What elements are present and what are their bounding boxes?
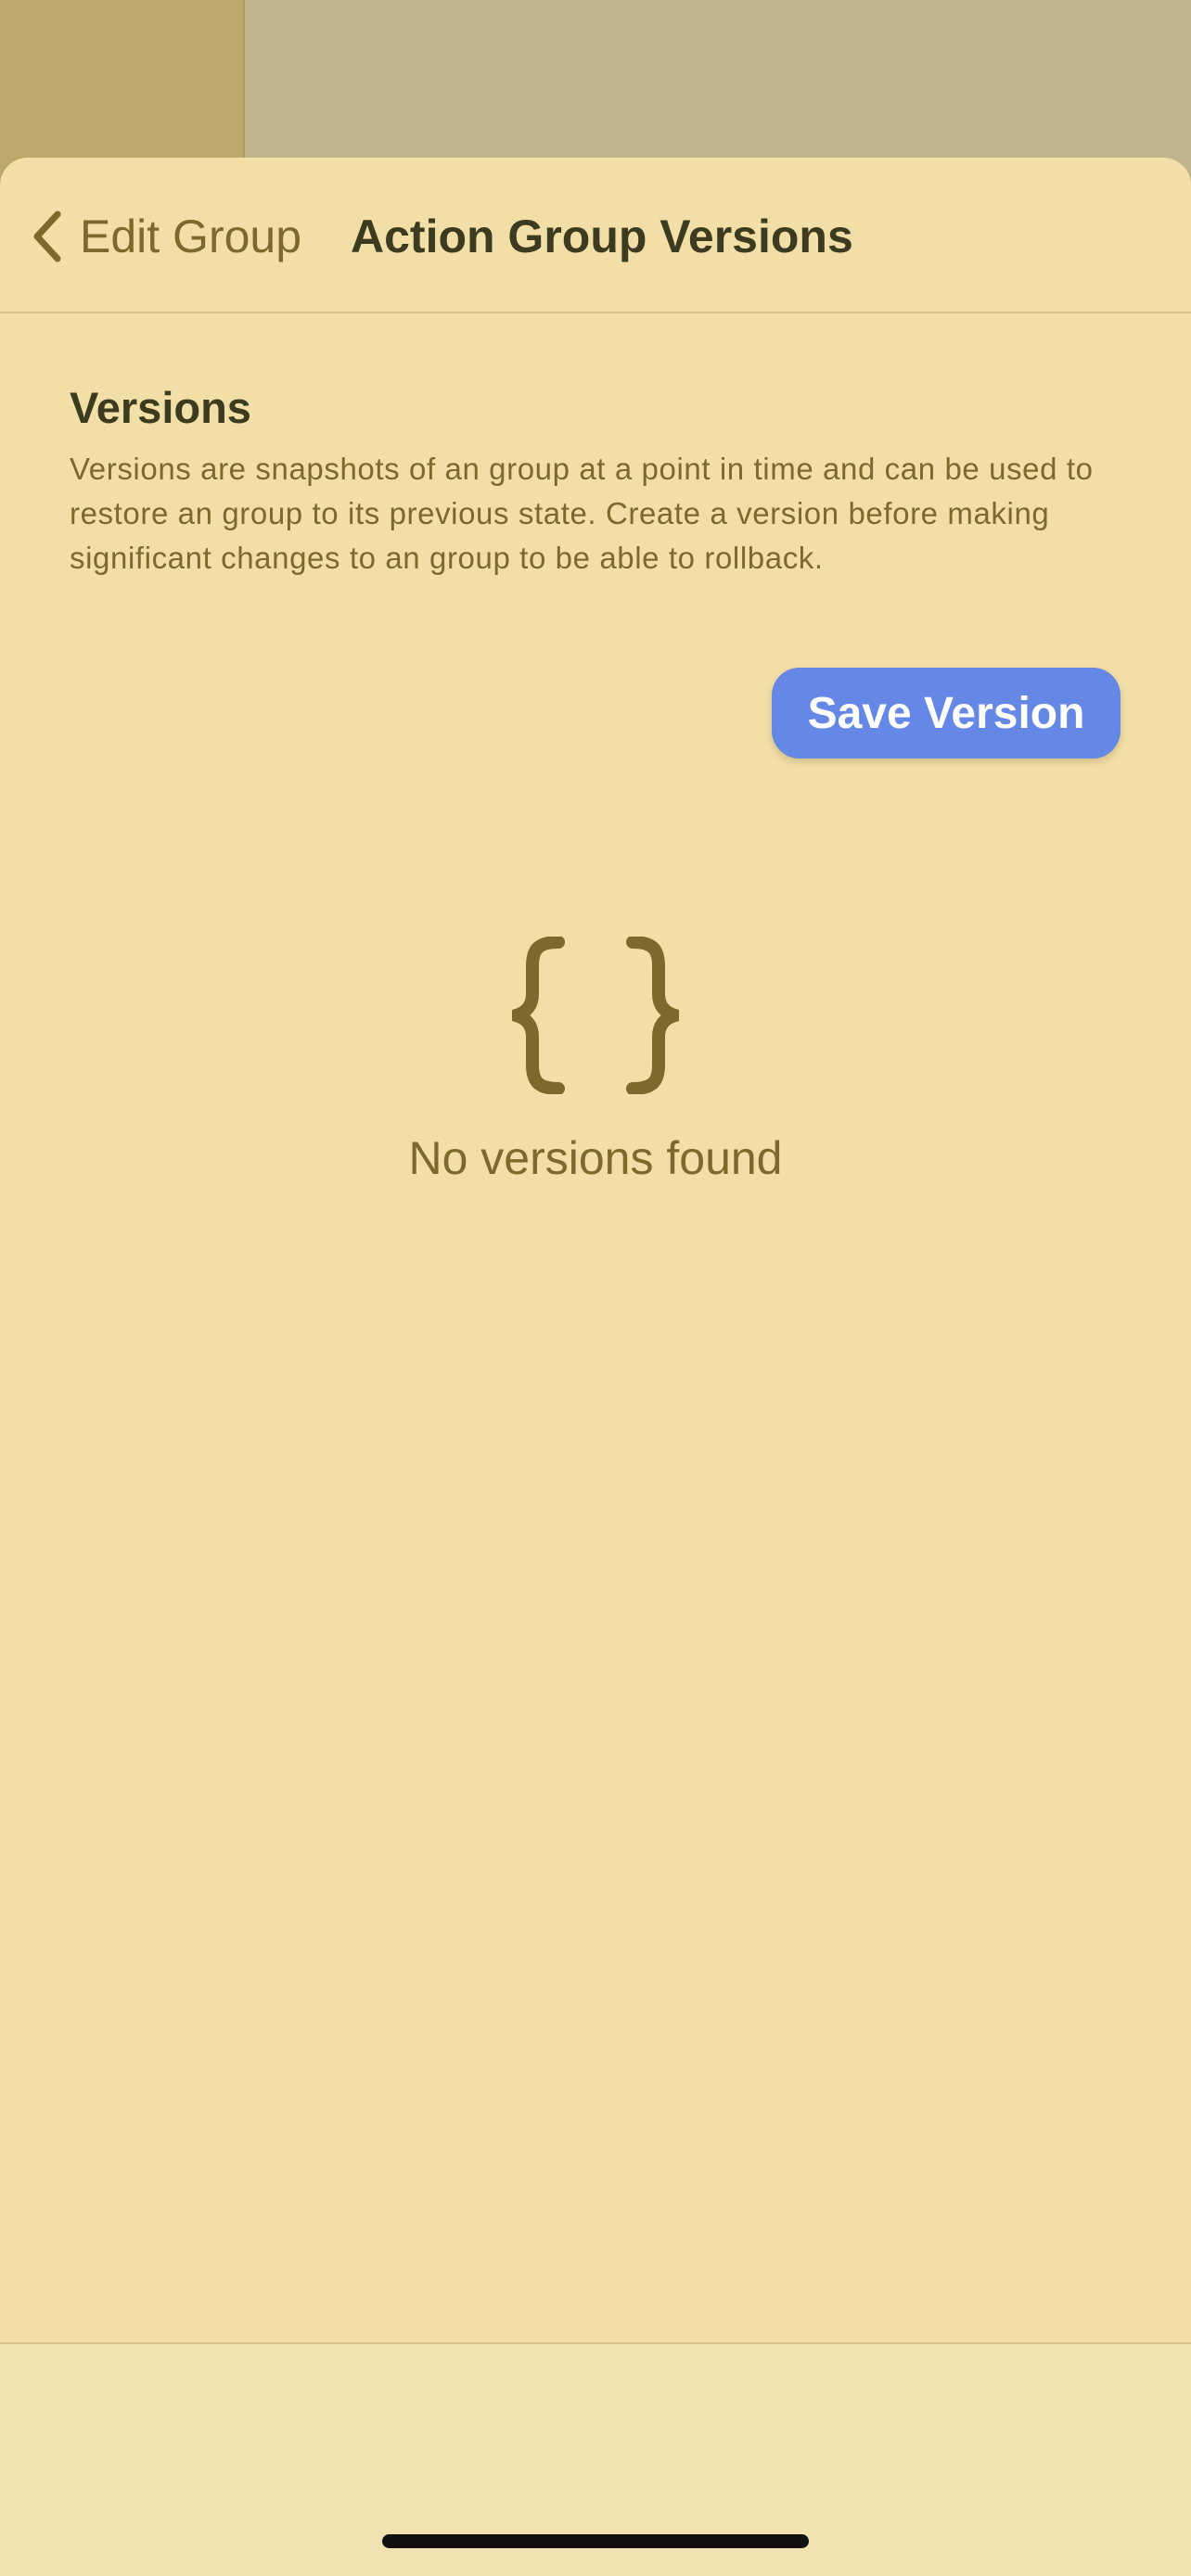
section-title: Versions — [70, 383, 251, 432]
back-button-label: Edit Group — [80, 210, 302, 262]
versions-section: Versions Versions are snapshots of an gr… — [70, 380, 1121, 580]
save-version-button[interactable]: Save Version — [772, 668, 1121, 759]
empty-state: No versions found — [0, 937, 1191, 1185]
home-indicator[interactable] — [382, 2534, 809, 2548]
curly-braces-icon — [512, 937, 679, 1094]
section-description: Versions are snapshots of an group at a … — [70, 452, 1094, 575]
navigation-bar: Edit Group Action Group Versions — [0, 158, 1191, 313]
chevron-left-icon — [33, 210, 61, 262]
versions-sheet: Edit Group Action Group Versions Version… — [0, 158, 1191, 2576]
back-button[interactable]: Edit Group — [28, 204, 301, 269]
empty-state-label: No versions found — [408, 1132, 783, 1184]
page-title: Action Group Versions — [351, 210, 853, 262]
